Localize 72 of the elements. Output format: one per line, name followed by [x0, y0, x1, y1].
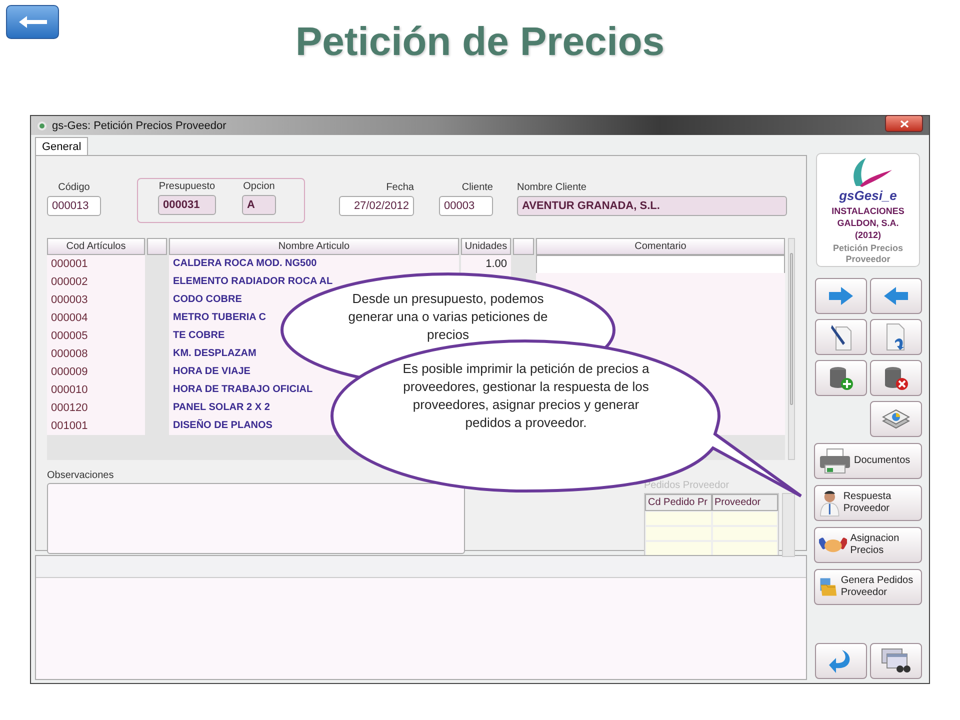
field-label: Opcion — [243, 181, 275, 192]
database-delete-icon — [882, 365, 908, 391]
window-title: gs-Ges: Petición Precios Proveedor — [52, 120, 226, 132]
scrollbar[interactable] — [788, 238, 795, 460]
notes-field[interactable] — [47, 483, 465, 554]
column-header[interactable]: Unidades — [461, 238, 511, 255]
table-cell — [645, 526, 712, 541]
table-cell: CALDERA ROCA MOD. NG500 — [169, 255, 459, 273]
table-cell: 000120 — [47, 399, 145, 417]
database-add-icon — [828, 365, 854, 391]
table-cell: 000009 — [47, 363, 145, 381]
field-label: Código — [58, 182, 90, 193]
table-cell: 000002 — [47, 273, 145, 291]
next-button[interactable] — [814, 278, 866, 314]
code-field[interactable]: 000013 — [47, 196, 101, 216]
column-header[interactable]: Nombre Articulo — [169, 238, 459, 255]
close-icon — [900, 120, 908, 128]
action-button[interactable]: Documentos — [814, 443, 922, 479]
table-cell: 000001 — [47, 255, 145, 273]
field-label: Observaciones — [47, 470, 115, 481]
scrollbar[interactable] — [782, 493, 795, 557]
undo-document-button[interactable] — [870, 319, 922, 355]
right-arrow-icon — [828, 286, 854, 306]
windows-binoculars-icon — [880, 648, 910, 674]
table-cell: 000008 — [47, 345, 145, 363]
column-header[interactable]: Cd Pedido Pr — [645, 494, 712, 511]
return-button[interactable] — [814, 643, 866, 679]
table-cell — [645, 511, 712, 526]
add-record-button[interactable] — [814, 360, 866, 396]
field-label: Nombre Cliente — [517, 182, 588, 193]
module-name: Petición Precios Proveedor — [832, 243, 904, 265]
field-label: Fecha — [386, 182, 414, 193]
search-windows-button[interactable] — [870, 643, 922, 679]
field-label: Presupuesto — [158, 181, 216, 192]
field-label: Cliente — [462, 182, 493, 193]
table-cell: 001001 — [47, 417, 145, 435]
text-field[interactable]: A — [242, 195, 276, 215]
column-header[interactable]: Comentario — [536, 238, 785, 255]
document-pen-icon — [830, 323, 852, 351]
back-button[interactable] — [6, 5, 59, 39]
action-button[interactable]: Respuesta Proveedor — [814, 485, 922, 521]
table-cell: 000003 — [47, 291, 145, 309]
table-cell: 1.00 — [461, 255, 511, 273]
slide-title: Petición de Precios — [295, 19, 665, 65]
column-header[interactable]: Proveedor — [712, 494, 778, 511]
column-header — [147, 238, 167, 255]
company-name: INSTALACIONES GALDON, S.A. (2012) — [830, 205, 906, 241]
table-cell: 000005 — [47, 327, 145, 345]
table-cell — [712, 526, 778, 541]
printer-icon — [819, 448, 851, 474]
client-name-field[interactable]: AVENTUR GRANADA, S.L. — [517, 196, 787, 216]
table-cell: 000010 — [47, 381, 145, 399]
column-header — [513, 238, 534, 255]
left-arrow-icon — [882, 286, 908, 306]
column-header[interactable]: Cod Artículos — [47, 238, 145, 255]
app-icon — [37, 120, 47, 130]
action-button[interactable]: Genera Pedidos Proveedor — [814, 569, 922, 605]
action-button[interactable]: Asignacion Precios — [814, 527, 922, 563]
report-button[interactable] — [870, 401, 922, 437]
table-cell — [712, 511, 778, 526]
close-button[interactable] — [885, 115, 923, 132]
delete-record-button[interactable] — [870, 360, 922, 396]
edit-button[interactable] — [814, 319, 866, 355]
brand-name: gsGesi_e — [839, 188, 897, 203]
text-field[interactable]: 000031 — [158, 195, 216, 215]
comment-field[interactable] — [536, 255, 785, 274]
left-arrow-icon — [18, 15, 48, 29]
date-field[interactable]: 27/02/2012 — [339, 196, 414, 216]
tab[interactable]: General — [35, 137, 88, 155]
previous-button[interactable] — [870, 278, 922, 314]
table-cell: 000004 — [47, 309, 145, 327]
client-field[interactable]: 00003 — [439, 196, 493, 216]
